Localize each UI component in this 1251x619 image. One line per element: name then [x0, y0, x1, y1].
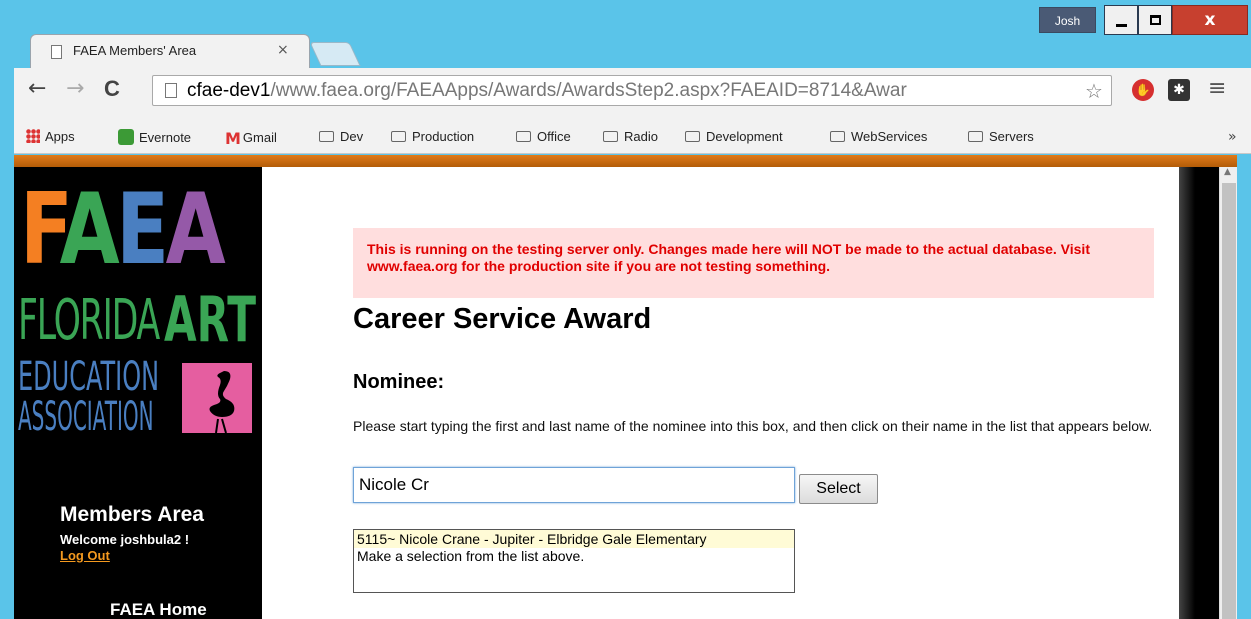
logo-letter: A — [59, 173, 120, 287]
logout-link[interactable]: Log Out — [60, 548, 110, 563]
logo-art: ART — [164, 283, 256, 356]
bookmark-production[interactable]: Production — [391, 129, 474, 144]
sidebar: FAEA FLORIDA ART EDUCATION ASSOCIATION M… — [14, 167, 262, 619]
logo-letter: F — [20, 173, 63, 287]
flamingo-silhouette — [209, 371, 235, 434]
close-window-button[interactable]: x — [1172, 5, 1248, 35]
page-right-border — [1179, 167, 1219, 619]
suggestion-item[interactable]: 5115~ Nicole Crane - Jupiter - Elbridge … — [354, 530, 794, 548]
page-title: Career Service Award — [353, 303, 652, 335]
gmail-icon: M — [225, 129, 241, 148]
logo-association: ASSOCIATION — [18, 394, 154, 440]
user-badge[interactable]: Josh — [1039, 7, 1096, 33]
bookmark-star-icon[interactable]: ☆ — [1085, 79, 1103, 103]
nominee-heading: Nominee: — [353, 371, 445, 393]
back-arrow-icon[interactable]: ← — [28, 76, 46, 101]
tab-faea-members-area[interactable]: FAEA Members' Area × — [30, 34, 310, 68]
minimize-button[interactable] — [1104, 5, 1138, 35]
url-host: cfae-dev1 — [187, 80, 271, 101]
new-tab-button[interactable] — [309, 42, 361, 66]
suggestion-hint: Make a selection from the list above. — [357, 548, 585, 564]
bookmark-label: WebServices — [851, 129, 928, 144]
close-icon: x — [1204, 10, 1216, 30]
maximize-icon — [1150, 15, 1161, 25]
faea-home-link[interactable]: FAEA Home — [110, 600, 207, 619]
bookmark-label: Dev — [340, 129, 364, 144]
nominee-instructions: Please start typing the first and last n… — [353, 418, 1153, 434]
address-bar[interactable]: cfae-dev1/www.faea.org/FAEAApps/Awards/A… — [152, 75, 1112, 106]
folder-icon — [319, 131, 334, 142]
nominee-search-input[interactable] — [353, 467, 795, 503]
folder-icon — [685, 131, 700, 142]
bookmark-radio[interactable]: Radio — [603, 129, 658, 144]
menu-icon[interactable]: ≡ — [1208, 76, 1226, 101]
bookmark-label: Radio — [624, 129, 658, 144]
reload-icon[interactable]: C — [104, 76, 120, 102]
bookmark-label: Development — [706, 129, 783, 144]
nominee-suggestion-list: 5115~ Nicole Crane - Jupiter - Elbridge … — [353, 529, 795, 593]
more-bookmarks-icon[interactable]: » — [1228, 129, 1237, 145]
members-area-title: Members Area — [60, 503, 204, 526]
bookmark-label: Office — [537, 129, 571, 144]
bookmark-label: Evernote — [139, 130, 192, 145]
bookmark-office[interactable]: Office — [516, 129, 571, 144]
username: joshbula2 — [120, 532, 182, 547]
select-button[interactable]: Select — [799, 474, 878, 504]
folder-icon — [391, 131, 406, 142]
bookmark-gmail[interactable]: M Gmail — [225, 129, 277, 148]
logo-florida: FLORIDA — [18, 288, 160, 353]
browser-toolbar: ← → C cfae-dev1/www.faea.org/FAEAApps/Aw… — [14, 68, 1251, 124]
bookmark-label: Production — [412, 129, 475, 144]
header-accent-bar — [14, 155, 1237, 167]
vertical-scrollbar[interactable]: ▲ — [1219, 167, 1237, 619]
page-icon — [51, 45, 62, 59]
evernote-icon — [118, 129, 134, 145]
stop-extension-icon[interactable]: ✋ — [1132, 79, 1154, 101]
scroll-up-arrow-icon[interactable]: ▲ — [1224, 167, 1231, 177]
url-path: /www.faea.org/FAEAApps/Awards/AwardsStep… — [270, 80, 907, 101]
maximize-button[interactable] — [1138, 5, 1172, 35]
testing-server-warning: This is running on the testing server on… — [353, 228, 1154, 298]
scroll-thumb[interactable] — [1222, 183, 1236, 619]
bookmark-evernote[interactable]: Evernote — [118, 129, 191, 145]
bookmark-label: Gmail — [242, 130, 277, 145]
forward-arrow-icon[interactable]: → — [66, 76, 84, 101]
folder-icon — [830, 131, 845, 142]
flamingo-icon — [182, 363, 252, 434]
page-content: FAEA FLORIDA ART EDUCATION ASSOCIATION M… — [14, 167, 1219, 619]
logo-education: EDUCATION — [18, 354, 160, 400]
extension-icon[interactable]: ✱ — [1168, 79, 1190, 101]
welcome-prefix: Welcome — [60, 532, 121, 547]
folder-icon — [516, 131, 531, 142]
bookmark-development[interactable]: Development — [685, 129, 783, 144]
welcome-text: Welcome joshbula2 ! — [60, 532, 189, 547]
page-icon — [165, 83, 177, 98]
logo-letter: E — [116, 173, 169, 287]
welcome-suffix: ! — [181, 532, 190, 547]
tab-close-icon[interactable]: × — [277, 42, 289, 58]
bookmark-label: Servers — [989, 129, 1034, 144]
faea-logo[interactable]: FAEA — [20, 181, 226, 279]
bookmark-apps[interactable]: Apps — [26, 129, 75, 144]
window-frame-right — [1237, 155, 1251, 619]
bookmark-webservices[interactable]: WebServices — [830, 129, 927, 144]
bookmark-servers[interactable]: Servers — [968, 129, 1034, 144]
url-text: cfae-dev1/www.faea.org/FAEAApps/Awards/A… — [187, 80, 1067, 102]
apps-grid-icon — [26, 129, 40, 143]
bookmark-label: Apps — [45, 129, 75, 144]
bookmark-dev[interactable]: Dev — [319, 129, 363, 144]
tab-title: FAEA Members' Area — [73, 43, 197, 58]
bookmarks-bar: Apps Evernote M Gmail Dev Production Offi… — [14, 124, 1251, 154]
logo-letter: A — [165, 173, 226, 287]
folder-icon — [603, 131, 618, 142]
folder-icon — [968, 131, 983, 142]
minimize-icon — [1116, 24, 1127, 27]
